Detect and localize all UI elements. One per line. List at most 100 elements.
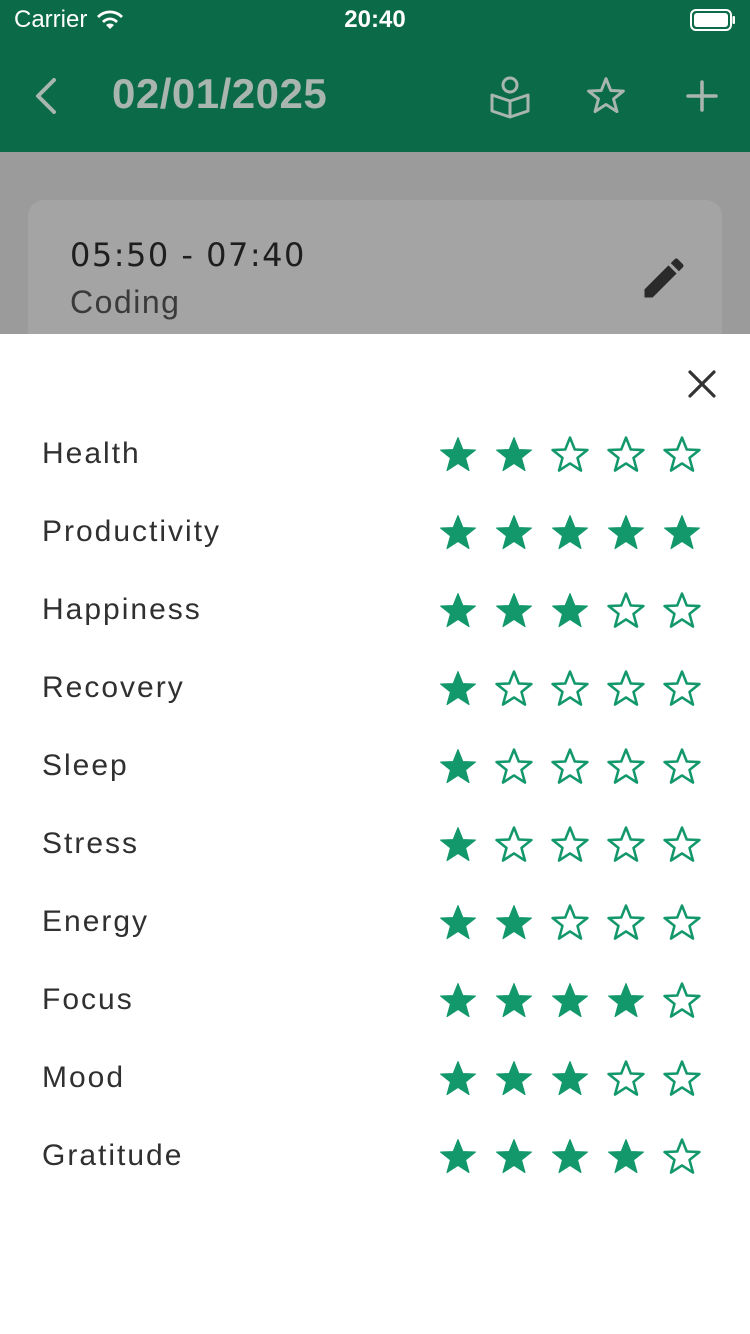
star-filled-icon[interactable]	[654, 503, 710, 563]
star-filled-icon[interactable]	[430, 1049, 486, 1109]
star-outline-icon[interactable]	[542, 659, 598, 719]
star-outline-icon[interactable]	[486, 815, 542, 875]
star-filled-icon[interactable]	[486, 893, 542, 953]
rating-label: Happiness	[42, 593, 202, 626]
rating-label: Sleep	[42, 749, 129, 782]
rating-row-productivity: Productivity	[0, 503, 750, 563]
favorite-button[interactable]	[582, 70, 630, 122]
star-filled-icon[interactable]	[486, 1049, 542, 1109]
star-outline-icon[interactable]	[542, 425, 598, 485]
star-outline-icon[interactable]	[486, 737, 542, 797]
star-filled-icon[interactable]	[430, 503, 486, 563]
star-filled-icon[interactable]	[486, 425, 542, 485]
star-outline-icon[interactable]	[654, 737, 710, 797]
status-time: 20:40	[344, 6, 406, 33]
star-rating	[430, 503, 720, 563]
dimmed-backdrop[interactable]: 05:50 - 07:40 Coding	[0, 152, 750, 360]
battery-icon	[690, 9, 735, 31]
edit-entry-button	[638, 252, 690, 304]
star-outline-icon[interactable]	[654, 893, 710, 953]
star-filled-icon[interactable]	[542, 1127, 598, 1187]
star-filled-icon[interactable]	[542, 581, 598, 641]
status-bar: Carrier 20:40	[0, 0, 750, 40]
rating-row-happiness: Happiness	[0, 581, 750, 641]
star-filled-icon[interactable]	[598, 1127, 654, 1187]
star-filled-icon[interactable]	[542, 1049, 598, 1109]
star-outline-icon[interactable]	[542, 737, 598, 797]
star-outline-icon[interactable]	[598, 659, 654, 719]
entry-activity: Coding	[70, 284, 181, 320]
rating-row-sleep: Sleep	[0, 737, 750, 797]
star-filled-icon[interactable]	[430, 737, 486, 797]
plus-icon	[686, 80, 718, 112]
rating-label: Energy	[42, 905, 150, 938]
star-filled-icon[interactable]	[430, 815, 486, 875]
close-icon	[688, 370, 716, 398]
rating-row-gratitude: Gratitude	[0, 1127, 750, 1187]
star-filled-icon[interactable]	[542, 971, 598, 1031]
rating-label: Focus	[42, 983, 134, 1016]
back-icon	[36, 78, 56, 114]
page-title: 02/01/2025	[112, 70, 328, 117]
star-outline-icon[interactable]	[598, 425, 654, 485]
star-outline-icon[interactable]	[542, 815, 598, 875]
entry-time-range: 05:50 - 07:40	[70, 236, 306, 274]
star-filled-icon[interactable]	[430, 893, 486, 953]
pencil-icon	[644, 258, 684, 298]
star-rating	[430, 893, 720, 953]
star-rating	[430, 971, 720, 1031]
star-outline-icon[interactable]	[654, 659, 710, 719]
rating-row-stress: Stress	[0, 815, 750, 875]
rating-row-energy: Energy	[0, 893, 750, 953]
star-filled-icon[interactable]	[430, 659, 486, 719]
star-outline-icon[interactable]	[654, 581, 710, 641]
journal-button[interactable]	[486, 70, 534, 122]
rating-label: Productivity	[42, 515, 222, 548]
star-outline-icon[interactable]	[486, 659, 542, 719]
star-filled-icon[interactable]	[430, 1127, 486, 1187]
star-rating	[430, 815, 720, 875]
star-filled-icon[interactable]	[430, 581, 486, 641]
star-outline-icon[interactable]	[654, 425, 710, 485]
rating-label: Stress	[42, 827, 140, 860]
rating-label: Mood	[42, 1061, 126, 1094]
star-filled-icon[interactable]	[486, 503, 542, 563]
rating-row-health: Health	[0, 425, 750, 485]
star-outline-icon[interactable]	[654, 815, 710, 875]
star-outline-icon[interactable]	[598, 581, 654, 641]
star-filled-icon[interactable]	[598, 971, 654, 1031]
star-filled-icon[interactable]	[486, 971, 542, 1031]
star-rating	[430, 737, 720, 797]
star-outline-icon[interactable]	[654, 1049, 710, 1109]
app-bar: 02/01/2025	[0, 40, 750, 152]
star-filled-icon[interactable]	[430, 971, 486, 1031]
add-button[interactable]	[678, 70, 726, 122]
rating-row-focus: Focus	[0, 971, 750, 1031]
rating-row-recovery: Recovery	[0, 659, 750, 719]
star-filled-icon[interactable]	[486, 1127, 542, 1187]
star-rating	[430, 581, 720, 641]
star-rating	[430, 659, 720, 719]
book-user-icon	[490, 76, 530, 119]
star-outline-icon[interactable]	[542, 893, 598, 953]
rating-label: Gratitude	[42, 1139, 184, 1172]
star-rating	[430, 1049, 720, 1109]
star-filled-icon[interactable]	[430, 425, 486, 485]
back-button[interactable]	[24, 70, 72, 122]
star-filled-icon[interactable]	[486, 581, 542, 641]
star-outline-icon[interactable]	[654, 971, 710, 1031]
rating-label: Health	[42, 437, 141, 470]
star-outline-icon[interactable]	[598, 737, 654, 797]
rating-label: Recovery	[42, 671, 185, 704]
star-outline-icon[interactable]	[654, 1127, 710, 1187]
star-outline-icon[interactable]	[598, 893, 654, 953]
star-rating	[430, 425, 720, 485]
star-filled-icon[interactable]	[542, 503, 598, 563]
rating-row-mood: Mood	[0, 1049, 750, 1109]
star-outline-icon	[587, 77, 625, 114]
star-rating	[430, 1127, 720, 1187]
star-outline-icon[interactable]	[598, 1049, 654, 1109]
star-filled-icon[interactable]	[598, 503, 654, 563]
close-button[interactable]	[680, 362, 724, 406]
star-outline-icon[interactable]	[598, 815, 654, 875]
